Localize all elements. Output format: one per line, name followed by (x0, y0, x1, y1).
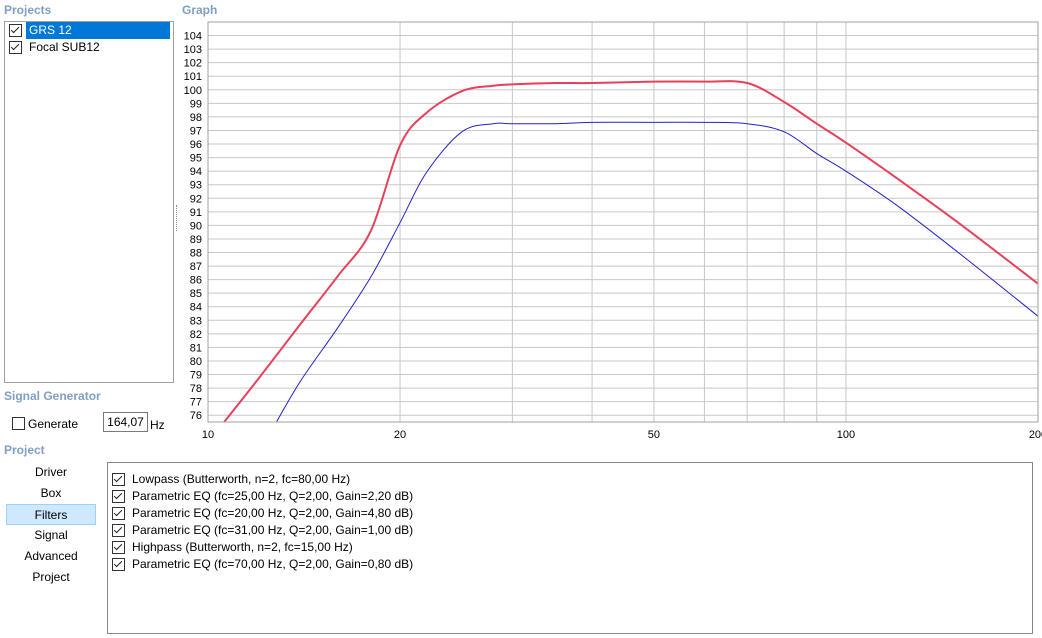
filter-item[interactable]: Parametric EQ (fc=70,00 Hz, Q=2,00, Gain… (108, 556, 1032, 573)
filter-checkbox[interactable] (112, 507, 125, 520)
filter-item[interactable]: Highpass (Butterworth, n=2, fc=15,00 Hz) (108, 539, 1032, 556)
filter-label: Parametric EQ (fc=31,00 Hz, Q=2,00, Gain… (132, 523, 414, 537)
y-tick-label: 76 (190, 410, 202, 422)
x-axis-ticks: 10 20 50 100 200 (202, 429, 1042, 441)
y-tick-label: 84 (190, 302, 202, 314)
y-tick-label: 103 (184, 44, 202, 56)
y-tick-label: 81 (190, 342, 202, 354)
filter-checkbox[interactable] (112, 541, 125, 554)
nav-item-project[interactable]: Project (6, 567, 96, 588)
generate-label: Generate (28, 417, 79, 431)
y-tick-label: 82 (190, 329, 202, 341)
y-tick-label: 101 (184, 71, 202, 83)
y-tick-label: 92 (190, 193, 202, 205)
y-tick-label: 80 (190, 356, 202, 368)
filters-list[interactable]: Lowpass (Butterworth, n=2, fc=80,00 Hz) … (107, 462, 1033, 634)
y-tick-label: 94 (190, 166, 202, 178)
y-tick-label: 78 (190, 383, 202, 395)
y-tick-label: 102 (184, 58, 202, 70)
filter-checkbox[interactable] (112, 490, 125, 503)
nav-item-driver[interactable]: Driver (6, 462, 96, 483)
frequency-input[interactable] (103, 412, 148, 432)
y-tick-label: 91 (190, 207, 202, 219)
signal-generator-title: Signal Generator (4, 389, 101, 403)
filter-checkbox[interactable] (112, 558, 125, 571)
y-tick-label: 96 (190, 139, 202, 151)
x-tick-label: 50 (648, 429, 660, 441)
y-tick-label: 88 (190, 248, 202, 260)
x-tick-label: 100 (837, 429, 855, 441)
y-tick-label: 95 (190, 153, 202, 165)
filter-label: Parametric EQ (fc=20,00 Hz, Q=2,00, Gain… (132, 506, 414, 520)
x-tick-label: 200 (1029, 429, 1042, 441)
filter-item[interactable]: Parametric EQ (fc=31,00 Hz, Q=2,00, Gain… (108, 522, 1032, 539)
nav-item-filters[interactable]: Filters (6, 504, 96, 525)
x-tick-label: 20 (394, 429, 406, 441)
y-tick-label: 86 (190, 275, 202, 287)
y-tick-label: 90 (190, 220, 202, 232)
frequency-response-chart: 7677 7879 80 8182 8384 8586 8788 89 9091 9293 9495… (184, 21, 1042, 441)
y-tick-label: 99 (190, 98, 202, 110)
y-tick-label: 79 (190, 370, 202, 382)
y-tick-label: 97 (190, 125, 202, 137)
nav-item-signal[interactable]: Signal (6, 525, 96, 546)
y-tick-label: 89 (190, 234, 202, 246)
filter-item[interactable]: Parametric EQ (fc=25,00 Hz, Q=2,00, Gain… (108, 488, 1032, 505)
generate-checkbox[interactable] (12, 417, 25, 430)
filter-item[interactable]: Lowpass (Butterworth, n=2, fc=80,00 Hz) (108, 471, 1032, 488)
nav-item-advanced[interactable]: Advanced (6, 546, 96, 567)
filter-checkbox[interactable] (112, 473, 125, 486)
x-tick-label: 10 (202, 429, 214, 441)
y-tick-label: 77 (190, 397, 202, 409)
filter-label: Highpass (Butterworth, n=2, fc=15,00 Hz) (132, 540, 353, 554)
y-tick-label: 98 (190, 112, 202, 124)
project-nav: Driver Box Filters Signal Advanced Proje… (6, 462, 96, 588)
y-tick-label: 93 (190, 180, 202, 192)
y-tick-label: 85 (190, 288, 202, 300)
frequency-unit: Hz (150, 418, 165, 432)
filter-item[interactable]: Parametric EQ (fc=20,00 Hz, Q=2,00, Gain… (108, 505, 1032, 522)
y-tick-label: 87 (190, 261, 202, 273)
y-tick-label: 104 (184, 31, 202, 43)
nav-item-box[interactable]: Box (6, 483, 96, 504)
y-tick-label: 100 (184, 85, 202, 97)
filter-checkbox[interactable] (112, 524, 125, 537)
project-section-title: Project (4, 443, 45, 457)
y-axis-ticks: 7677 7879 80 8182 8384 8586 8788 89 9091 9293 9495… (184, 31, 202, 423)
filter-label: Lowpass (Butterworth, n=2, fc=80,00 Hz) (132, 472, 351, 486)
filter-label: Parametric EQ (fc=25,00 Hz, Q=2,00, Gain… (132, 489, 414, 503)
filter-label: Parametric EQ (fc=70,00 Hz, Q=2,00, Gain… (132, 557, 414, 571)
y-tick-label: 83 (190, 315, 202, 327)
